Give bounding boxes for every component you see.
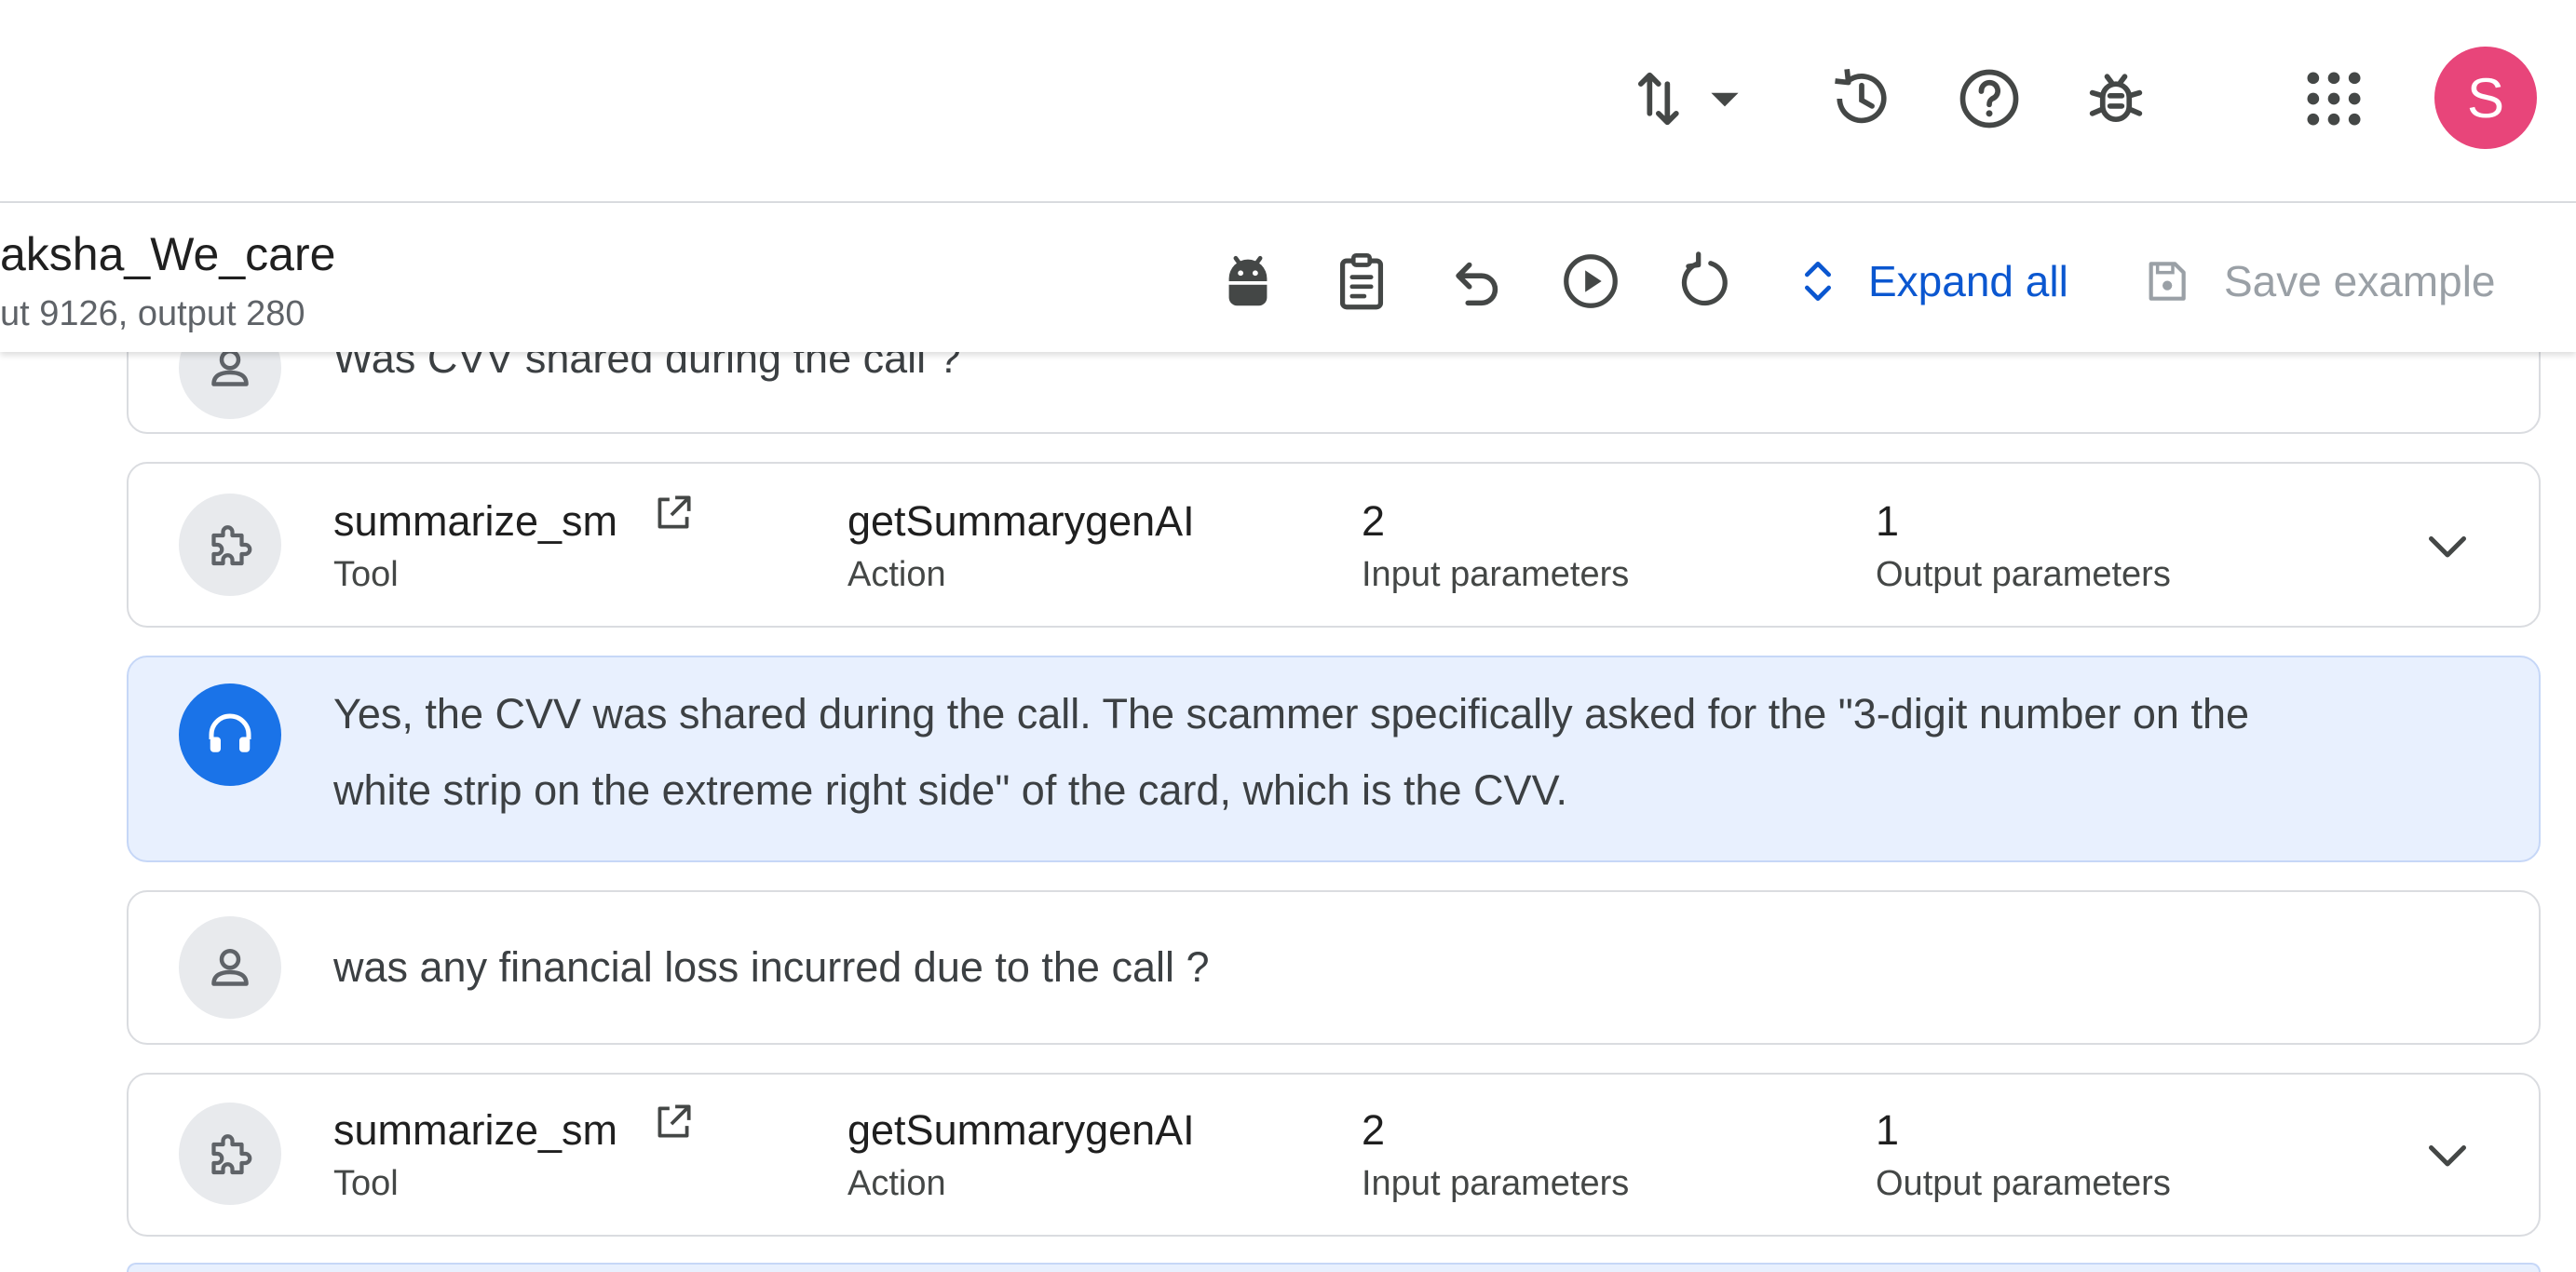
agent-name: aksha_We_care bbox=[0, 228, 336, 280]
action-label: Action bbox=[847, 555, 946, 594]
agent-message-card-partial bbox=[127, 1263, 2541, 1272]
apps-grid-icon[interactable] bbox=[2293, 58, 2375, 140]
output-params-label: Output parameters bbox=[1876, 1164, 2171, 1203]
output-params-label: Output parameters bbox=[1876, 555, 2171, 594]
save-example-label: Save example bbox=[2224, 257, 2496, 305]
user-message-card: was any financial loss incurred due to t… bbox=[127, 890, 2541, 1045]
clipboard-icon[interactable] bbox=[1321, 240, 1403, 322]
android-icon[interactable] bbox=[1207, 240, 1289, 322]
agent-message-line: Yes, the CVV was shared during the call.… bbox=[333, 690, 2250, 737]
input-params-label: Input parameters bbox=[1362, 555, 1630, 594]
top-app-bar: S bbox=[0, 0, 2576, 203]
input-params-count: 2 bbox=[1362, 1106, 1386, 1154]
expand-all-button[interactable]: Expand all bbox=[1792, 246, 2068, 317]
agent-message-line: white strip on the extreme right side" o… bbox=[333, 766, 1567, 814]
tool-name[interactable]: summarize_sm bbox=[333, 495, 697, 547]
chevron-down-icon[interactable] bbox=[2410, 1117, 2485, 1192]
tool-call-card[interactable]: summarize_sm Tool getSummarygenAI Action… bbox=[127, 462, 2541, 628]
token-count: ut 9126, output 280 bbox=[0, 294, 305, 333]
conversation-header: aksha_We_care ut 9126, output 280 Expand… bbox=[0, 203, 2576, 352]
open-in-new-icon[interactable] bbox=[650, 1099, 697, 1156]
tool-label: Tool bbox=[333, 1164, 399, 1203]
extension-icon bbox=[179, 494, 281, 596]
person-icon bbox=[179, 916, 281, 1019]
action-label: Action bbox=[847, 1164, 946, 1203]
input-params-label: Input parameters bbox=[1362, 1164, 1630, 1203]
chevron-down-icon[interactable] bbox=[2410, 508, 2485, 583]
agent-message-card: Yes, the CVV was shared during the call.… bbox=[127, 656, 2541, 862]
tool-name-text: summarize_sm bbox=[333, 497, 618, 545]
user-avatar[interactable]: S bbox=[2434, 47, 2537, 149]
action-name: getSummarygenAI bbox=[847, 1106, 1195, 1154]
tool-label: Tool bbox=[333, 555, 399, 594]
history-icon[interactable] bbox=[1821, 58, 1903, 140]
headset-icon bbox=[179, 683, 281, 786]
tool-name-text: summarize_sm bbox=[333, 1106, 618, 1154]
help-icon[interactable] bbox=[1948, 58, 2030, 140]
save-icon bbox=[2149, 262, 2186, 301]
action-name: getSummarygenAI bbox=[847, 497, 1195, 545]
extension-icon bbox=[179, 1103, 281, 1205]
expand-all-label: Expand all bbox=[1868, 257, 2068, 305]
dropdown-arrow-icon[interactable] bbox=[1697, 58, 1753, 140]
output-params-count: 1 bbox=[1876, 497, 1900, 545]
tool-call-card[interactable]: summarize_sm Tool getSummarygenAI Action… bbox=[127, 1073, 2541, 1237]
tool-name[interactable]: summarize_sm bbox=[333, 1104, 697, 1156]
input-params-count: 2 bbox=[1362, 497, 1386, 545]
output-params-count: 1 bbox=[1876, 1106, 1900, 1154]
play-circle-icon[interactable] bbox=[1550, 240, 1632, 322]
bug-report-icon[interactable] bbox=[2075, 58, 2157, 140]
user-message-text: was any financial loss incurred due to t… bbox=[333, 943, 1210, 991]
unfold-more-icon bbox=[1805, 262, 1831, 301]
open-in-new-icon[interactable] bbox=[650, 490, 697, 547]
save-example-button[interactable]: Save example bbox=[2140, 246, 2496, 317]
swap-vert-icon[interactable] bbox=[1620, 58, 1702, 140]
agent-message-text: Yes, the CVV was shared during the call.… bbox=[333, 676, 2249, 829]
restart-icon[interactable] bbox=[1664, 240, 1746, 322]
undo-icon[interactable] bbox=[1435, 240, 1517, 322]
